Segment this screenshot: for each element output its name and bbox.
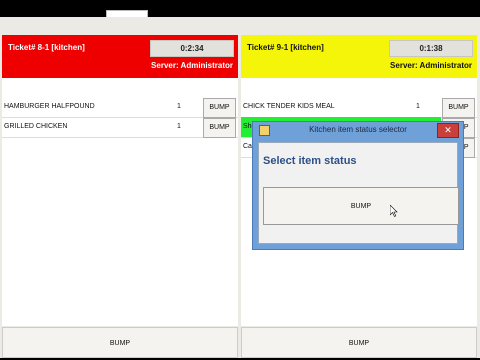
status-bump-button[interactable]: BUMP [263, 187, 459, 225]
item-bump-button[interactable]: BUMP [203, 98, 236, 118]
ticket-timer: 0:1:38 [389, 40, 473, 57]
dialog-heading: Select item status [263, 155, 357, 167]
ticket-timer: 0:2:34 [150, 40, 234, 57]
ticket-server: Server: Administrator [151, 61, 233, 70]
item-qty: 1 [177, 123, 181, 130]
item-name: CHICK TENDER KIDS MEAL [243, 103, 335, 110]
ticket-server: Server: Administrator [390, 61, 472, 70]
ticket-item-row: CHICK TENDER KIDS MEAL 1 BUMP [241, 97, 477, 118]
item-name: HAMBURGER HALFPOUND [4, 103, 95, 110]
ticket-bump-button[interactable]: BUMP [2, 327, 238, 358]
item-bump-button[interactable]: BUMP [203, 118, 236, 138]
item-bump-button[interactable]: BUMP [442, 98, 475, 118]
dialog-title: Kitchen item status selector [309, 125, 407, 134]
ticket-header: Ticket# 9-1 [kitchen] 0:1:38 Server: Adm… [241, 35, 477, 78]
ticket-header: Ticket# 8-1 [kitchen] 0:2:34 Server: Adm… [2, 35, 238, 78]
ticket-item-row: GRILLED CHICKEN 1 BUMP [2, 117, 238, 138]
item-qty: 1 [416, 103, 420, 110]
item-qty: 1 [177, 103, 181, 110]
status-selector-dialog: Kitchen item status selector ✕ Select it… [252, 121, 464, 250]
dialog-body: Select item status BUMP [258, 142, 459, 244]
ticket-8-1: Ticket# 8-1 [kitchen] 0:2:34 Server: Adm… [2, 35, 238, 326]
ticket-title: Ticket# 8-1 [kitchen] [8, 43, 85, 52]
item-name: GRILLED CHICKEN [4, 123, 68, 130]
ticket-item-row: HAMBURGER HALFPOUND 1 BUMP [2, 97, 238, 118]
ticket-title: Ticket# 9-1 [kitchen] [247, 43, 324, 52]
close-button[interactable]: ✕ [437, 123, 459, 138]
mouse-pointer-icon [390, 205, 398, 217]
dialog-titlebar[interactable]: Kitchen item status selector ✕ [253, 122, 463, 140]
top-bar [0, 0, 480, 19]
ticket-bump-button[interactable]: BUMP [241, 327, 477, 358]
